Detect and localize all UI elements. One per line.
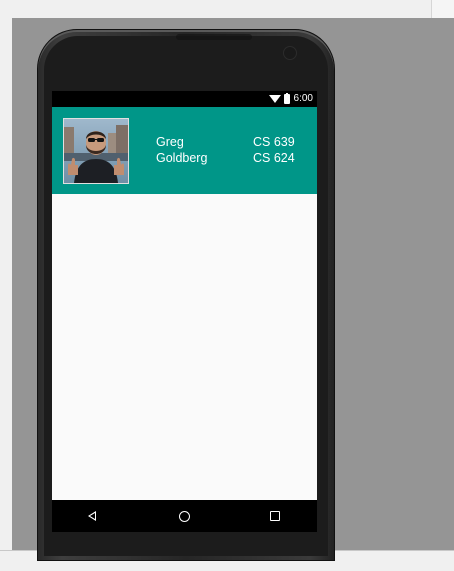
last-name: Goldberg bbox=[156, 151, 208, 165]
course-item: CS 624 bbox=[253, 151, 295, 165]
ide-top-strip bbox=[0, 0, 454, 19]
course-list: CS 639 CS 624 bbox=[253, 134, 295, 166]
phone-screen: 6:00 Greg Goldberg CS 639 CS 624 bbox=[52, 91, 317, 532]
student-name: Greg Goldberg bbox=[156, 134, 207, 166]
ide-corner-button[interactable] bbox=[431, 0, 454, 18]
status-icons: 6:00 bbox=[268, 92, 313, 104]
wifi-icon bbox=[268, 94, 281, 103]
course-item: CS 639 bbox=[253, 135, 295, 149]
recents-icon bbox=[270, 511, 280, 521]
recents-button[interactable] bbox=[255, 500, 295, 532]
status-time: 6:00 bbox=[293, 93, 313, 104]
status-bar: 6:00 bbox=[52, 91, 317, 107]
front-camera-icon bbox=[283, 46, 297, 60]
profile-header: Greg Goldberg CS 639 CS 624 bbox=[52, 107, 317, 194]
back-icon bbox=[88, 511, 96, 521]
back-button[interactable] bbox=[72, 500, 112, 532]
person-thumbs-up-photo-icon bbox=[64, 119, 128, 183]
battery-icon bbox=[283, 92, 290, 104]
phone-speaker bbox=[176, 34, 252, 40]
profile-photo bbox=[63, 118, 129, 184]
content-area bbox=[52, 194, 317, 500]
home-icon bbox=[178, 510, 190, 522]
home-button[interactable] bbox=[164, 500, 204, 532]
navigation-bar bbox=[52, 500, 317, 532]
first-name: Greg bbox=[156, 135, 184, 149]
